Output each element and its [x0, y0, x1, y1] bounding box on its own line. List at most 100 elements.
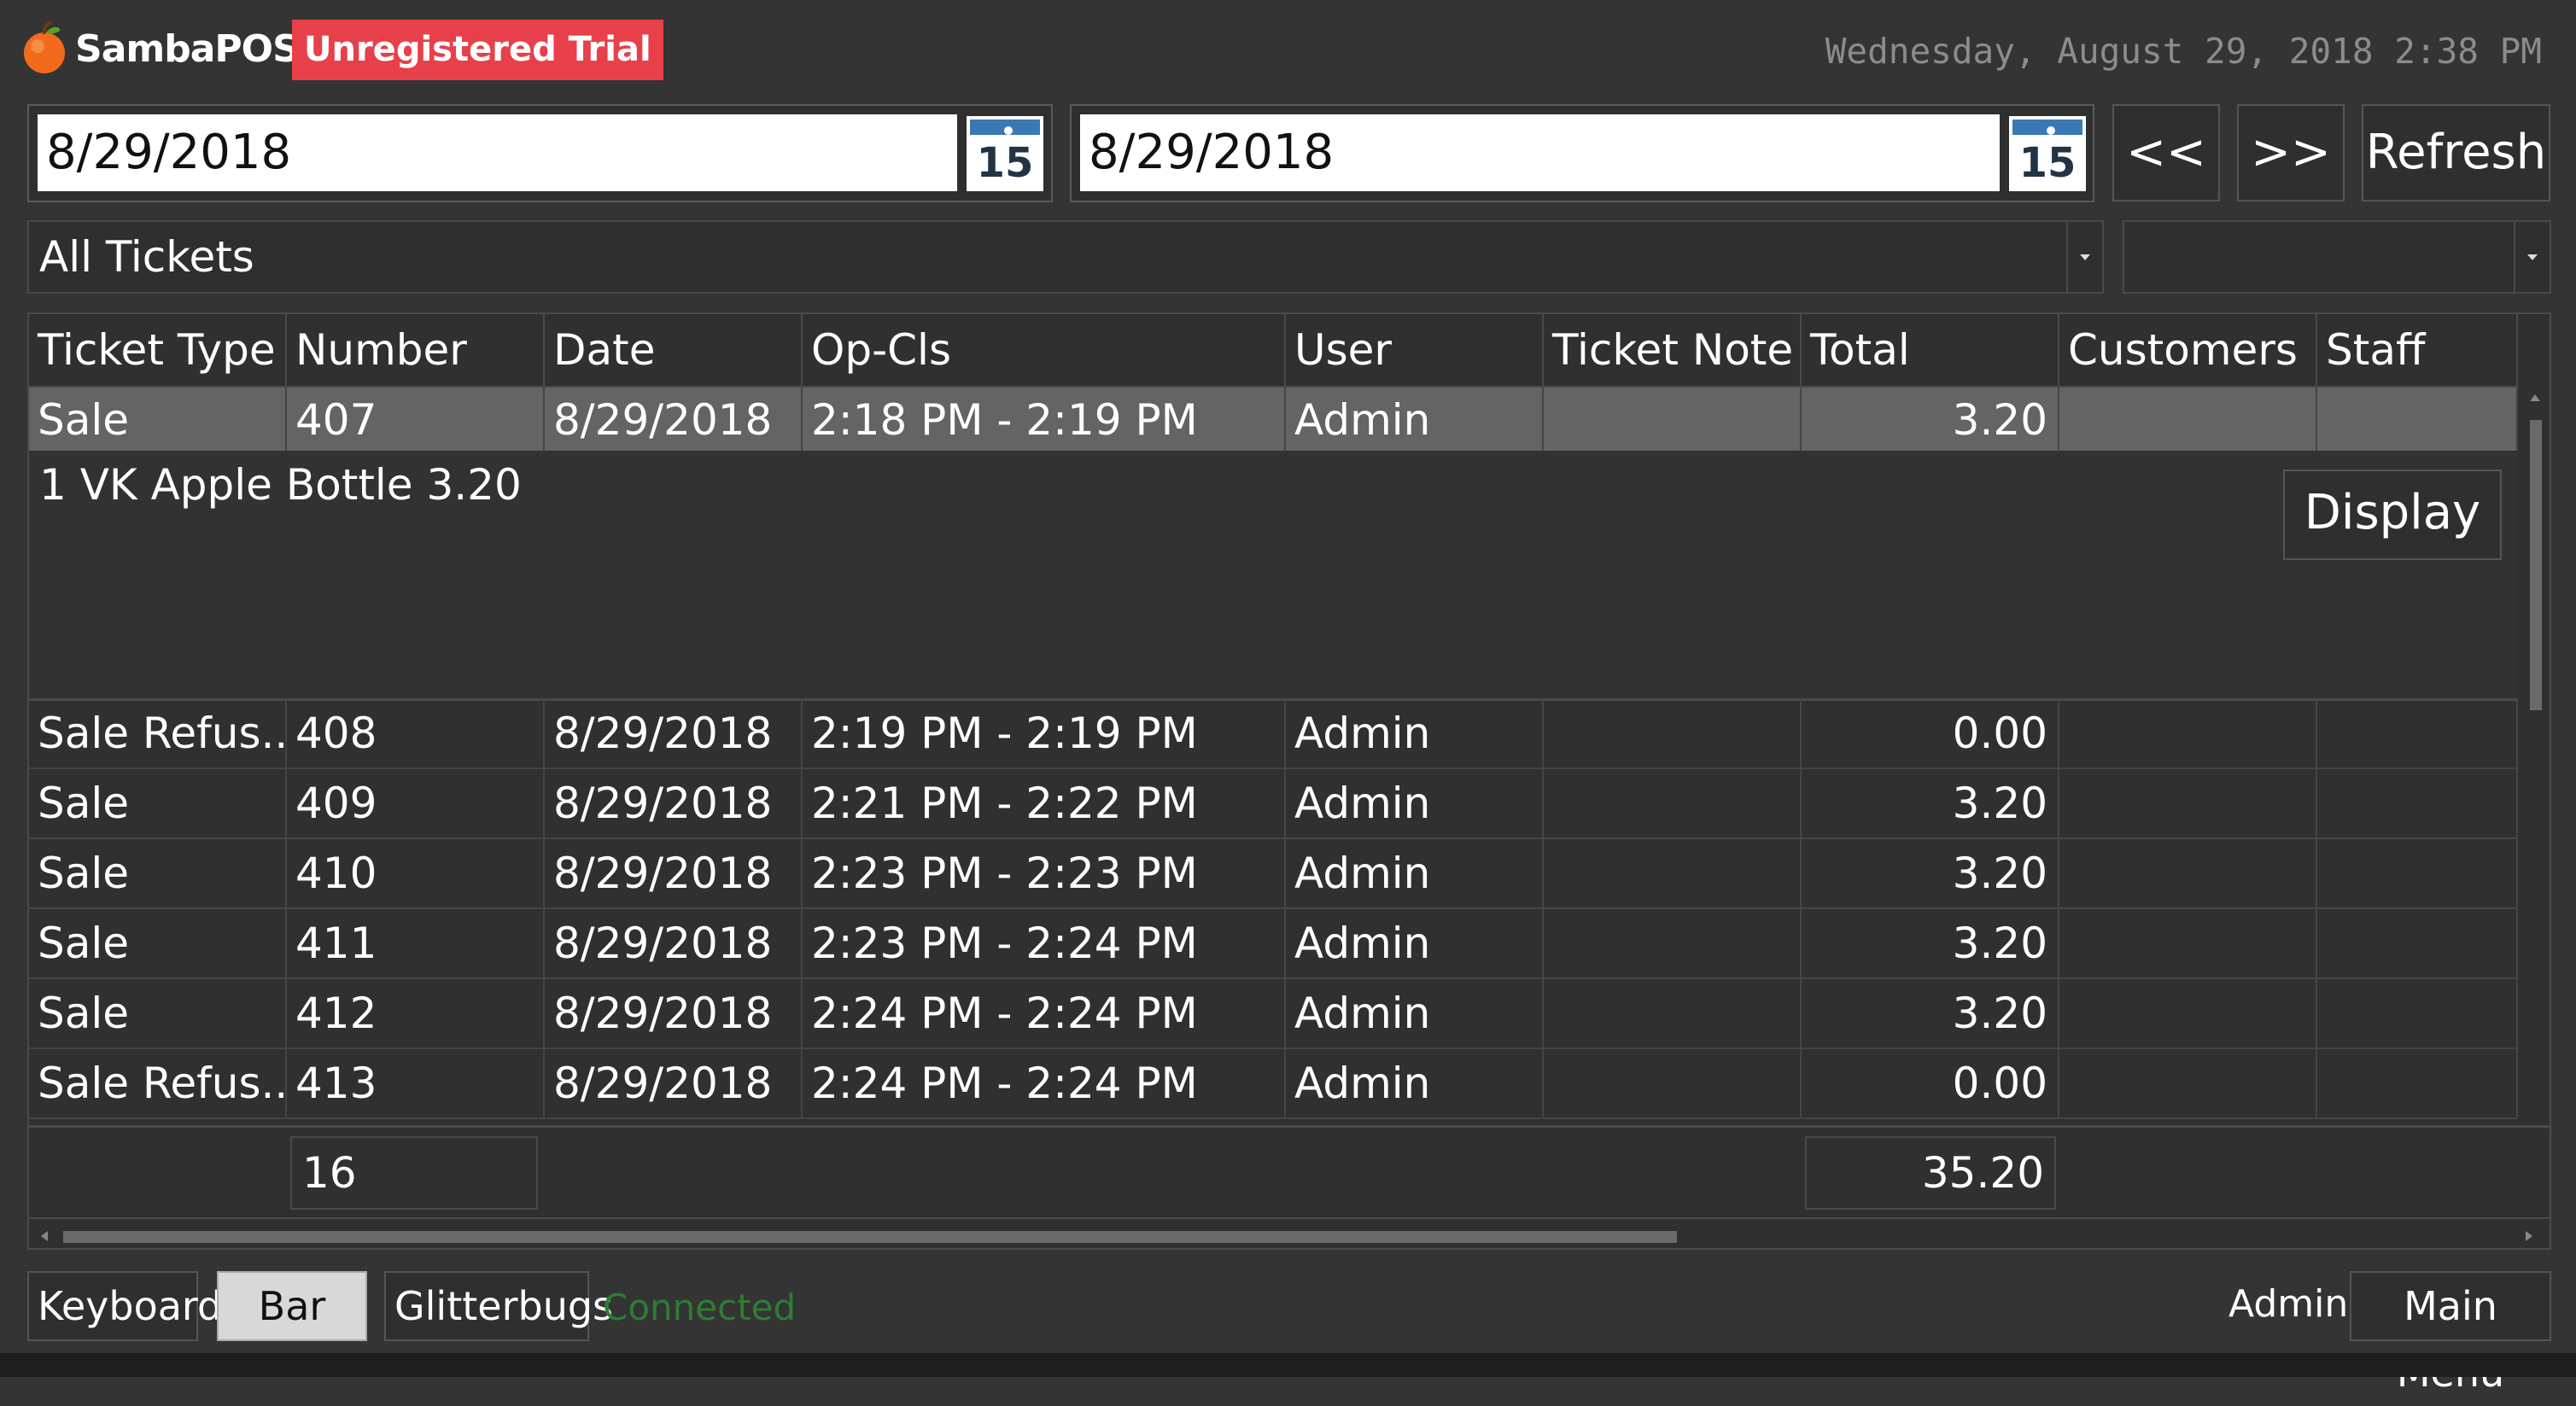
cell-op-cls: 2:24 PM - 2:24 PM	[803, 979, 1286, 1047]
table-row[interactable]: Sale Refus... 413 8/29/2018 2:24 PM - 2:…	[29, 1049, 2518, 1119]
cell-date: 8/29/2018	[545, 1049, 803, 1117]
cell-number: 409	[287, 769, 545, 837]
horizontal-scrollbar[interactable]	[29, 1217, 2550, 1248]
cell-user: Admin	[1286, 699, 1544, 767]
chevron-down-icon[interactable]	[2514, 222, 2550, 292]
cell-user: Admin	[1286, 909, 1544, 977]
tickets-grid: Ticket Type Number Date Op-Cls User Tick…	[27, 312, 2551, 1250]
vertical-scroll-thumb[interactable]	[2530, 420, 2542, 710]
cell-total: 0.00	[1802, 1049, 2059, 1117]
calendar-day-label: 15	[976, 139, 1034, 187]
cell-user: Admin	[1286, 388, 1544, 452]
cell-staff	[2317, 1049, 2518, 1117]
secondary-filter-select[interactable]	[2123, 220, 2551, 294]
cell-staff	[2317, 979, 2518, 1047]
table-row[interactable]: Sale 409 8/29/2018 2:21 PM - 2:22 PM Adm…	[29, 769, 2518, 839]
column-header-ticket-note[interactable]: Ticket Note	[1544, 314, 1802, 386]
refresh-button[interactable]: Refresh	[2362, 104, 2550, 201]
current-user-label: Admin	[2228, 1282, 2349, 1326]
cell-ticket-type: Sale	[29, 769, 287, 837]
cell-ticket-note	[1544, 699, 1802, 767]
glitterbugs-button[interactable]: Glitterbugs	[384, 1271, 613, 1341]
cell-user: Admin	[1286, 979, 1544, 1047]
ticket-detail-text: 1 VK Apple Bottle 3.20	[39, 460, 522, 510]
table-row-selected[interactable]: Sale 407 8/29/2018 2:18 PM - 2:19 PM Adm…	[29, 388, 2518, 454]
cell-op-cls: 2:23 PM - 2:23 PM	[803, 839, 1286, 907]
grand-total: 35.20	[1805, 1136, 2056, 1210]
column-header-customers[interactable]: Customers	[2059, 314, 2317, 386]
cell-total: 3.20	[1802, 388, 2059, 452]
scroll-left-icon[interactable]	[41, 1231, 48, 1241]
start-date-input[interactable]: 8/29/2018	[38, 114, 957, 191]
cell-ticket-type: Sale	[29, 909, 287, 977]
ticket-filter-value: All Tickets	[39, 232, 254, 282]
cell-number: 413	[287, 1049, 545, 1117]
cell-customers	[2059, 839, 2317, 907]
display-button[interactable]: Display	[2283, 470, 2502, 560]
start-date-picker: 8/29/2018 15	[27, 104, 1053, 202]
cell-number: 412	[287, 979, 545, 1047]
cell-date: 8/29/2018	[545, 909, 803, 977]
cell-staff	[2317, 699, 2518, 767]
ticket-detail-panel: 1 VK Apple Bottle 3.20 Display	[29, 451, 2518, 701]
main-menu-button[interactable]: Main Menu	[2350, 1271, 2551, 1396]
cell-staff	[2317, 909, 2518, 977]
chevron-down-icon[interactable]	[2066, 222, 2102, 292]
column-header-total[interactable]: Total	[1802, 314, 2059, 386]
previous-period-button[interactable]: <<	[2112, 104, 2220, 201]
cell-number: 411	[287, 909, 545, 977]
column-header-op-cls[interactable]: Op-Cls	[803, 314, 1286, 386]
cell-ticket-type: Sale	[29, 388, 287, 452]
cell-customers	[2059, 769, 2317, 837]
cell-date: 8/29/2018	[545, 699, 803, 767]
cell-op-cls: 2:21 PM - 2:22 PM	[803, 769, 1286, 837]
cell-ticket-type: Sale Refus...	[29, 1049, 287, 1117]
cell-staff	[2317, 388, 2518, 452]
column-header-date[interactable]: Date	[545, 314, 803, 386]
connection-status: Connected	[603, 1286, 797, 1328]
end-date-input[interactable]: 8/29/2018	[1080, 114, 2000, 191]
cell-number: 410	[287, 839, 545, 907]
scroll-right-icon[interactable]	[2526, 1231, 2532, 1241]
bar-button[interactable]: Bar	[217, 1271, 367, 1341]
cell-customers	[2059, 909, 2317, 977]
cell-user: Admin	[1286, 839, 1544, 907]
grid-header: Ticket Type Number Date Op-Cls User Tick…	[29, 314, 2518, 388]
next-period-button[interactable]: >>	[2237, 104, 2345, 201]
current-datetime: Wednesday, August 29, 2018 2:38 PM	[1825, 31, 2542, 72]
cell-ticket-note	[1544, 388, 1802, 452]
cell-customers	[2059, 979, 2317, 1047]
cell-date: 8/29/2018	[545, 769, 803, 837]
cell-op-cls: 2:19 PM - 2:19 PM	[803, 699, 1286, 767]
table-row[interactable]: Sale 412 8/29/2018 2:24 PM - 2:24 PM Adm…	[29, 979, 2518, 1049]
cell-user: Admin	[1286, 1049, 1544, 1117]
cell-ticket-note	[1544, 769, 1802, 837]
cell-date: 8/29/2018	[545, 388, 803, 452]
end-calendar-icon[interactable]: 15	[2009, 116, 2086, 191]
table-row[interactable]: Sale 411 8/29/2018 2:23 PM - 2:24 PM Adm…	[29, 909, 2518, 979]
cell-ticket-note	[1544, 1049, 1802, 1117]
vertical-scrollbar[interactable]	[2520, 386, 2550, 1069]
cell-date: 8/29/2018	[545, 979, 803, 1047]
table-row[interactable]: Sale 410 8/29/2018 2:23 PM - 2:23 PM Adm…	[29, 839, 2518, 909]
column-header-user[interactable]: User	[1286, 314, 1544, 386]
column-header-ticket-type[interactable]: Ticket Type	[29, 314, 287, 386]
trial-badge: Unregistered Trial	[292, 20, 663, 80]
ticket-filter-select[interactable]: All Tickets	[27, 220, 2104, 294]
cell-ticket-note	[1544, 909, 1802, 977]
cell-op-cls: 2:18 PM - 2:19 PM	[803, 388, 1286, 452]
cell-customers	[2059, 1049, 2317, 1117]
horizontal-scroll-thumb[interactable]	[63, 1231, 1677, 1243]
column-header-number[interactable]: Number	[287, 314, 545, 386]
table-row[interactable]: Sale Refus... 408 8/29/2018 2:19 PM - 2:…	[29, 699, 2518, 769]
scroll-up-icon[interactable]	[2530, 394, 2540, 401]
window-bottom-edge	[0, 1353, 2576, 1377]
cell-total: 3.20	[1802, 909, 2059, 977]
cell-op-cls: 2:24 PM - 2:24 PM	[803, 1049, 1286, 1117]
calendar-day-label: 15	[2018, 139, 2077, 187]
cell-ticket-note	[1544, 979, 1802, 1047]
column-header-staff[interactable]: Staff	[2317, 314, 2518, 386]
ticket-count: 16	[290, 1136, 538, 1210]
start-calendar-icon[interactable]: 15	[967, 116, 1043, 191]
keyboard-button[interactable]: Keyboard	[27, 1271, 222, 1341]
